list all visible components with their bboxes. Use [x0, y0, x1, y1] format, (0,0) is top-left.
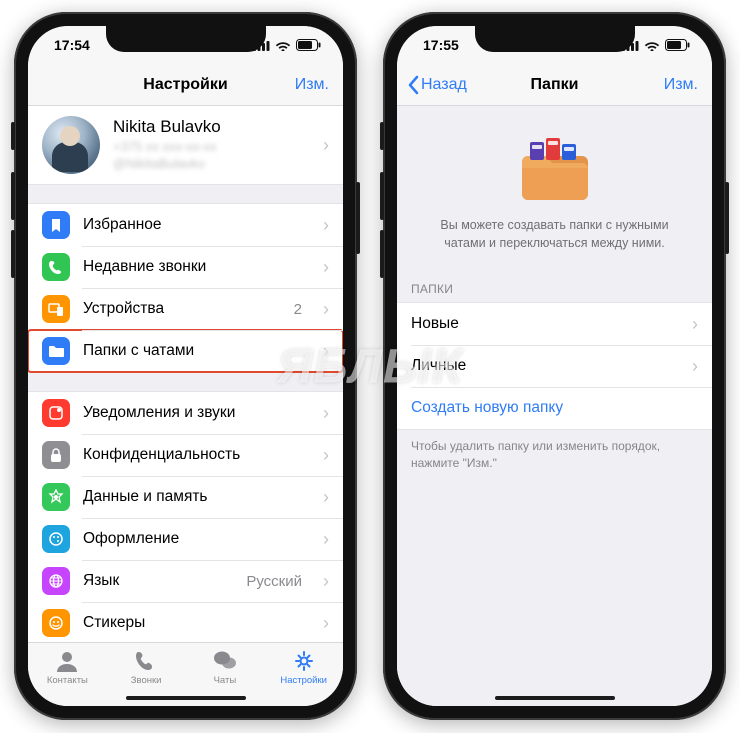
- row-globe[interactable]: Язык Русский ›: [28, 560, 343, 602]
- row-label: Стикеры: [83, 614, 308, 632]
- chevron-right-icon: ›: [323, 445, 329, 466]
- chevron-right-icon: ›: [323, 135, 329, 156]
- devices-icon: [42, 295, 70, 323]
- chevron-right-icon: ›: [323, 299, 329, 320]
- row-label: Папки с чатами: [83, 342, 308, 360]
- row-data[interactable]: Данные и память ›: [28, 476, 343, 518]
- avatar: [42, 116, 100, 174]
- chevron-right-icon: ›: [692, 356, 698, 377]
- profile-phone: +375 xx xxx-xx-xx: [113, 139, 308, 156]
- tab-contacts[interactable]: Контакты: [28, 649, 107, 686]
- row-bookmark[interactable]: Избранное ›: [28, 204, 343, 246]
- edit-button[interactable]: Изм.: [664, 64, 698, 105]
- chevron-right-icon: ›: [323, 403, 329, 424]
- intro-block: Вы можете создавать папки с нужными чата…: [397, 106, 712, 268]
- row-lock[interactable]: Конфиденциальность ›: [28, 434, 343, 476]
- bell-icon: [42, 399, 70, 427]
- chevron-right-icon: ›: [323, 529, 329, 550]
- section-header-folders: ПАПКИ: [397, 268, 712, 302]
- edit-button[interactable]: Изм.: [295, 64, 329, 105]
- row-detail: 2: [294, 301, 302, 318]
- row-phone[interactable]: Недавние звонки ›: [28, 246, 343, 288]
- row-label: Устройства: [83, 300, 281, 318]
- row-label: Недавние звонки: [83, 258, 308, 276]
- notch: [106, 26, 266, 52]
- globe-icon: [42, 567, 70, 595]
- battery-icon: [665, 39, 690, 51]
- row-label: Конфиденциальность: [83, 446, 308, 464]
- row-label: Создать новую папку: [411, 399, 698, 417]
- profile-row[interactable]: Nikita Bulavko +375 xx xxx-xx-xx @Nikita…: [28, 106, 343, 185]
- row-Личные[interactable]: Личные ›: [397, 345, 712, 387]
- battery-icon: [296, 39, 321, 51]
- tab-chats[interactable]: Чаты: [186, 649, 265, 686]
- row-bell[interactable]: Уведомления и звуки ›: [28, 392, 343, 434]
- intro-text: Вы можете создавать папки с нужными чата…: [421, 216, 688, 252]
- chevron-right-icon: ›: [323, 571, 329, 592]
- page-title: Настройки: [143, 76, 227, 94]
- navbar-settings: Настройки Изм.: [28, 64, 343, 106]
- bookmark-icon: [42, 211, 70, 239]
- sticker-icon: [42, 609, 70, 637]
- chevron-right-icon: ›: [323, 341, 329, 362]
- data-icon: [42, 483, 70, 511]
- row-sticker[interactable]: Стикеры ›: [28, 602, 343, 642]
- row-devices[interactable]: Устройства 2 ›: [28, 288, 343, 330]
- chevron-right-icon: ›: [323, 487, 329, 508]
- row-label: Избранное: [83, 216, 308, 234]
- status-time: 17:54: [54, 37, 90, 53]
- phone-icon: [42, 253, 70, 281]
- home-indicator: [126, 696, 246, 700]
- chevron-right-icon: ›: [323, 257, 329, 278]
- row-label: Новые: [411, 315, 677, 333]
- row-brush[interactable]: Оформление ›: [28, 518, 343, 560]
- navbar-folders: Назад Папки Изм.: [397, 64, 712, 106]
- row-Новые[interactable]: Новые ›: [397, 303, 712, 345]
- folders-illustration-icon: [516, 136, 594, 202]
- phone-left: 17:54 Настройки Изм. Nikita Bulavko +375…: [14, 12, 357, 720]
- row-label: Уведомления и звуки: [83, 404, 308, 422]
- status-time: 17:55: [423, 37, 459, 53]
- wifi-icon: [275, 40, 291, 51]
- notch: [475, 26, 635, 52]
- row-label: Данные и память: [83, 488, 308, 506]
- profile-username: @NikitaBulavko: [113, 156, 308, 173]
- profile-name: Nikita Bulavko: [113, 117, 308, 137]
- row-detail: Русский: [246, 573, 302, 590]
- page-title: Папки: [531, 76, 579, 94]
- lock-icon: [42, 441, 70, 469]
- brush-icon: [42, 525, 70, 553]
- row-folder[interactable]: Папки с чатами ›: [28, 330, 343, 372]
- footer-note: Чтобы удалить папку или изменить порядок…: [397, 430, 712, 472]
- row-label: Личные: [411, 357, 677, 375]
- tab-calls[interactable]: Звонки: [107, 649, 186, 686]
- row-label: Оформление: [83, 530, 308, 548]
- chevron-right-icon: ›: [323, 215, 329, 236]
- wifi-icon: [644, 40, 660, 51]
- row-Создать новую папку[interactable]: Создать новую папку: [397, 387, 712, 429]
- phone-right: 17:55 Назад Папки Изм.: [383, 12, 726, 720]
- back-button[interactable]: Назад: [407, 64, 467, 105]
- chevron-right-icon: ›: [323, 613, 329, 634]
- chevron-right-icon: ›: [692, 314, 698, 335]
- home-indicator: [495, 696, 615, 700]
- row-label: Язык: [83, 572, 233, 590]
- tab-settings[interactable]: Настройки: [264, 649, 343, 686]
- folder-icon: [42, 337, 70, 365]
